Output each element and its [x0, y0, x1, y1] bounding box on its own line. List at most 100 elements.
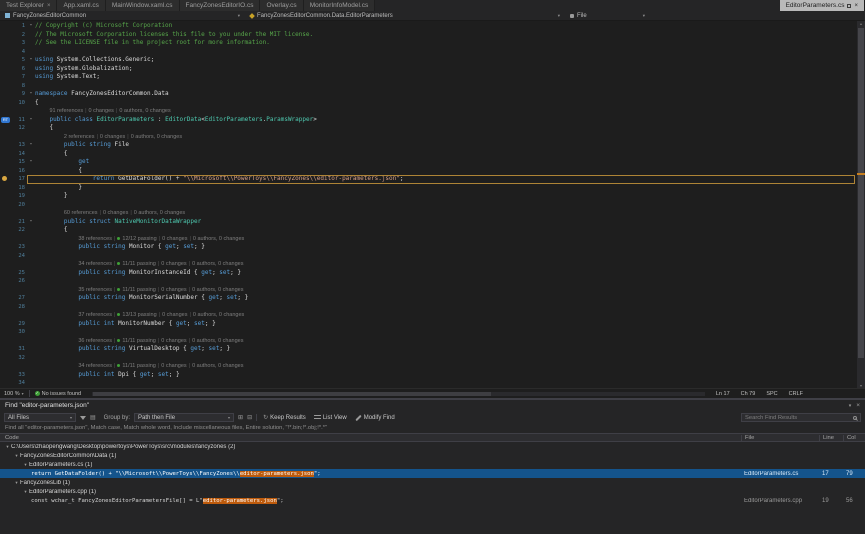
glyph-margin[interactable]	[0, 22, 10, 31]
glyph-margin[interactable]	[0, 192, 10, 201]
glyph-margin[interactable]	[0, 167, 10, 176]
col-column-header[interactable]: Col	[843, 435, 865, 441]
scroll-up-arrow-icon[interactable]: ▴	[857, 21, 865, 26]
codelens-indicator[interactable]: 34 references|11/11 passing|0 changes|0 …	[0, 260, 857, 269]
glyph-margin[interactable]	[0, 150, 10, 159]
code-line[interactable]: 18 }	[0, 184, 857, 193]
glyph-margin[interactable]	[0, 277, 10, 286]
codelens-link[interactable]: 0 changes	[100, 133, 125, 142]
window-position-icon[interactable]: ▾	[849, 403, 852, 409]
expander-icon[interactable]: ▾	[4, 444, 11, 450]
spaces-indicator[interactable]: SPC	[766, 391, 777, 397]
code-line[interactable]: 10{	[0, 99, 857, 108]
codelens-link[interactable]: 0 authors, 0 changes	[193, 235, 244, 244]
scroll-down-arrow-icon[interactable]: ▾	[857, 383, 865, 388]
glyph-margin[interactable]	[0, 345, 10, 354]
code-line[interactable]: 20	[0, 201, 857, 210]
glyph-margin[interactable]	[0, 158, 10, 167]
glyph-margin[interactable]	[0, 65, 10, 74]
list-view-button[interactable]: List View	[312, 415, 349, 421]
find-result-row[interactable]: return GetDataFolder() + "\\Microsoft\\P…	[0, 469, 865, 478]
code-line[interactable]: 28	[0, 303, 857, 312]
glyph-margin[interactable]	[0, 226, 10, 235]
glyph-margin[interactable]	[0, 124, 10, 133]
code-column-header[interactable]: Code	[0, 435, 741, 441]
codelens-link[interactable]: 0 changes	[89, 107, 114, 116]
glyph-margin[interactable]	[0, 175, 10, 184]
zoom-control[interactable]: 100 % ▾	[4, 391, 24, 397]
codelens-link[interactable]: 0 changes	[161, 362, 186, 371]
codelens-link[interactable]: 0 authors, 0 changes	[131, 133, 182, 142]
find-group-row[interactable]: ▾EditorParameters.cs (1)	[0, 460, 865, 469]
document-tab[interactable]: FancyZonesEditorIO.cs	[180, 0, 261, 11]
codelens-link[interactable]: 0 changes	[103, 209, 128, 218]
code-line[interactable]: 21▾ public struct NativeMonitorDataWrapp…	[0, 218, 857, 227]
expander-icon[interactable]: ▾	[22, 489, 29, 495]
glyph-margin[interactable]: RT	[0, 116, 10, 125]
document-tab[interactable]: MainWindow.xaml.cs	[106, 0, 180, 11]
codelens-link[interactable]: 0 changes	[162, 235, 187, 244]
search-find-results-box[interactable]	[741, 413, 861, 422]
document-tab[interactable]: MonitorInfoModel.cs	[304, 0, 376, 11]
code-line[interactable]: 6using System.Globalization;	[0, 65, 857, 74]
glyph-margin[interactable]	[0, 56, 10, 65]
codelens-link[interactable]: 2 references	[64, 133, 95, 142]
code-line[interactable]: 23 public string Monitor { get; set; }	[0, 243, 857, 252]
fold-chevron-icon[interactable]: ▾	[27, 218, 35, 227]
codelens-indicator[interactable]: 34 references|11/11 passing|0 changes|0 …	[0, 362, 857, 371]
expander-icon[interactable]: ▾	[13, 480, 20, 486]
code-line[interactable]: 1▾// Copyright (c) Microsoft Corporation	[0, 22, 857, 31]
document-health-indicator[interactable]: ✓ No issues found	[35, 391, 81, 397]
code-line[interactable]: 7using System.Text;	[0, 73, 857, 82]
collapse-all-icon[interactable]: ⊟	[247, 415, 252, 421]
codelens-indicator[interactable]: 37 references|13/13 passing|0 changes|0 …	[0, 311, 857, 320]
glyph-margin[interactable]	[0, 303, 10, 312]
code-line[interactable]: 2// The Microsoft Corporation licenses t…	[0, 31, 857, 40]
glyph-margin[interactable]	[0, 243, 10, 252]
codelens-link[interactable]: 11/11 passing	[117, 260, 155, 269]
codelens-link[interactable]: 37 references	[78, 311, 112, 320]
find-panel-title-bar[interactable]: Find "editor-parameters.json" ▾ ×	[0, 400, 865, 411]
codelens-link[interactable]: 0 changes	[161, 286, 186, 295]
glyph-margin[interactable]	[0, 99, 10, 108]
type-dropdown[interactable]: FancyZonesEditorCommon.Data.EditorParame…	[245, 11, 565, 20]
code-line[interactable]: 19 }	[0, 192, 857, 201]
glyph-margin[interactable]	[0, 184, 10, 193]
glyph-margin[interactable]	[0, 294, 10, 303]
keep-results-button[interactable]: ↻ Keep Results	[261, 415, 308, 421]
code-line[interactable]: 31 public string VirtualDesktop { get; s…	[0, 345, 857, 354]
code-line[interactable]: 16 {	[0, 167, 857, 176]
code-line[interactable]: 34	[0, 379, 857, 388]
close-icon[interactable]: ×	[854, 3, 858, 9]
codelens-link[interactable]: 12/12 passing	[117, 235, 156, 244]
codelens-link[interactable]: 0 authors, 0 changes	[192, 260, 243, 269]
code-line[interactable]: 33 public int Dpi { get; set; }	[0, 371, 857, 380]
fold-chevron-icon[interactable]: ▾	[27, 116, 35, 125]
codelens-indicator[interactable]: 60 references|0 changes|0 authors, 0 cha…	[0, 209, 857, 218]
scope-filter-dropdown[interactable]: All Files ▾	[4, 413, 76, 422]
codelens-link[interactable]: 0 authors, 0 changes	[192, 362, 243, 371]
expander-icon[interactable]: ▾	[22, 462, 29, 468]
find-group-row[interactable]: ▾FancyZonesEditorCommon\Data (1)	[0, 451, 865, 460]
glyph-margin[interactable]	[0, 48, 10, 57]
find-result-row[interactable]: const wchar_t FancyZonesEditorParameters…	[0, 496, 865, 505]
find-group-row[interactable]: ▾C:\Users\zhaopengwang\Desktop\powertoys…	[0, 442, 865, 451]
code-line[interactable]: 26	[0, 277, 857, 286]
codelens-indicator[interactable]: 36 references|11/11 passing|0 changes|0 …	[0, 337, 857, 346]
glyph-margin[interactable]	[0, 31, 10, 40]
glyph-margin[interactable]	[0, 379, 10, 388]
code-line[interactable]: 25 public string MonitorInstanceId { get…	[0, 269, 857, 278]
fold-chevron-icon[interactable]: ▾	[27, 158, 35, 167]
codelens-link[interactable]: 11/11 passing	[117, 286, 155, 295]
line-column-header[interactable]: Line	[819, 435, 843, 441]
lightbulb-icon[interactable]	[2, 176, 7, 181]
glyph-margin[interactable]	[0, 354, 10, 363]
code-line[interactable]: 32	[0, 354, 857, 363]
member-dropdown[interactable]: File ▾	[565, 11, 650, 20]
codelens-indicator[interactable]: 2 references|0 changes|0 authors, 0 chan…	[0, 133, 857, 142]
find-group-row[interactable]: ▾FancyZonesLib (1)	[0, 478, 865, 487]
codelens-link[interactable]: 91 references	[49, 107, 83, 116]
code-line[interactable]: 3// See the LICENSE file in the project …	[0, 39, 857, 48]
codelens-link[interactable]: 11/11 passing	[117, 337, 155, 346]
line-ending-indicator[interactable]: CRLF	[789, 391, 803, 397]
